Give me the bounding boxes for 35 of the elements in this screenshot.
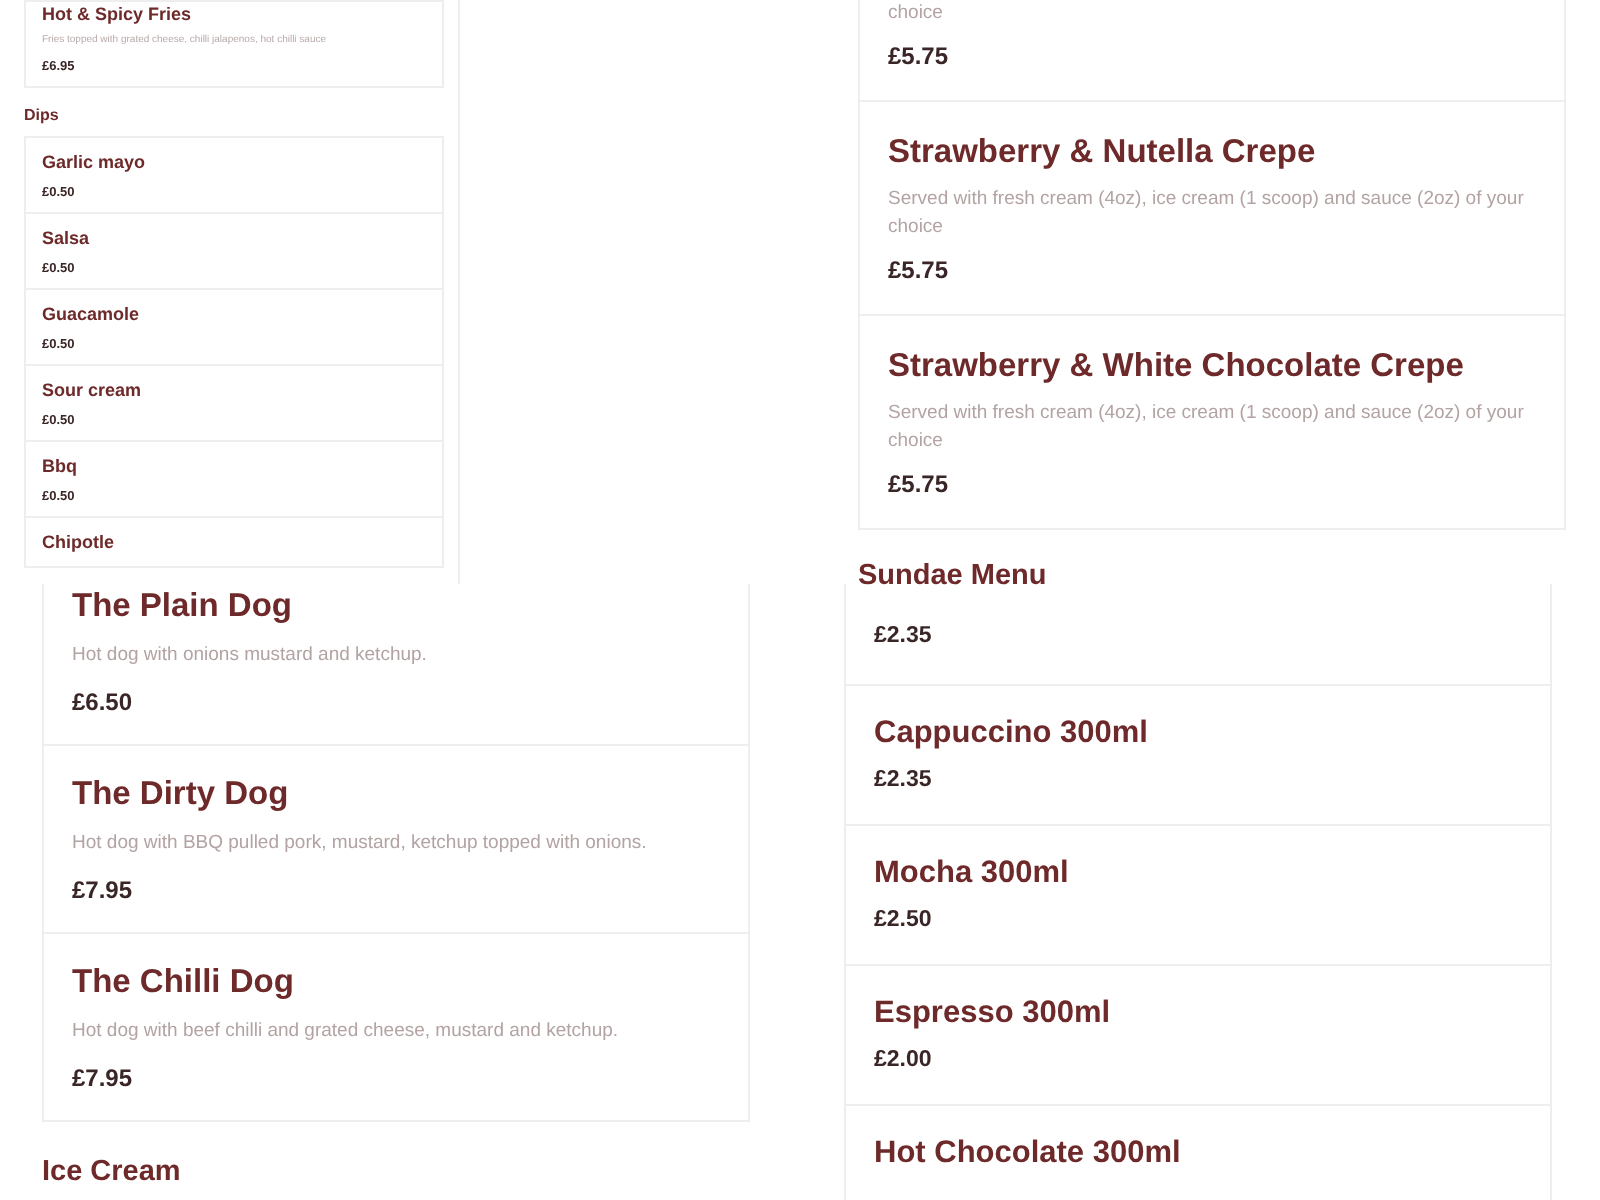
item-name: Chipotle — [42, 530, 116, 556]
item-name: Espresso 300ml — [874, 994, 1113, 1034]
item-name: Strawberry & White Chocolate Crepe — [888, 346, 1466, 388]
item-name: Salsa — [42, 226, 92, 252]
item-price: £6.50 — [72, 686, 135, 718]
item-name: The Plain Dog — [72, 586, 295, 628]
item-name: Cappuccino 300ml — [874, 714, 1150, 754]
item-name: Mocha 300ml — [874, 854, 1071, 894]
section-heading: Dips — [24, 106, 61, 124]
item-description: Hot dog with BBQ pulled pork, mustard, ketchup topped with onions. — [72, 830, 649, 858]
item-name: Garlic mayo — [42, 150, 148, 176]
section-heading: Ice Cream — [42, 1154, 183, 1190]
item-price: £2.50 — [874, 906, 934, 936]
item-description: choice — [888, 0, 945, 28]
item-price: £7.95 — [72, 874, 135, 906]
item-name: Strawberry & Nutella Crepe — [888, 132, 1318, 174]
item-price: £7.95 — [72, 1062, 135, 1094]
item-price: £5.75 — [888, 468, 951, 500]
item-description: Hot dog with onions mustard and ketchup. — [72, 642, 429, 670]
item-description: Served with fresh cream (4oz), ice cream (1 scoop) and sauce (2oz) of your choice — [888, 400, 1526, 456]
item-price: £5.75 — [888, 254, 951, 286]
item-price: £2.35 — [874, 766, 934, 796]
item-price: £2.00 — [874, 1046, 934, 1076]
item-name: Bbq — [42, 454, 79, 480]
item-name: The Dirty Dog — [72, 774, 291, 816]
section-heading: Sundae Menu — [858, 558, 1049, 594]
item-name: Hot Chocolate 300ml — [874, 1134, 1183, 1174]
item-description: Hot dog with beef chilli and grated cheese, mustard and ketchup. — [72, 1018, 621, 1046]
item-name: The Chilli Dog — [72, 962, 296, 1004]
item-name: Sour cream — [42, 378, 144, 404]
item-price: £5.75 — [888, 40, 951, 72]
item-name: Guacamole — [42, 302, 142, 328]
item-name: Hot & Spicy Fries — [42, 2, 194, 28]
item-description: Served with fresh cream (4oz), ice cream (1 scoop) and sauce (2oz) of your choice — [888, 186, 1526, 242]
item-price: £2.35 — [874, 622, 934, 652]
